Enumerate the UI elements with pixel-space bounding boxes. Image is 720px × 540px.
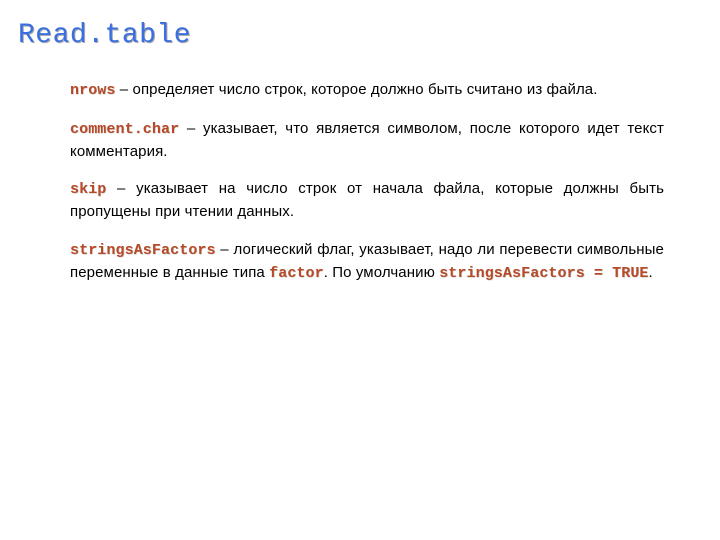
param-description: определяет число строк, которое должно б… xyxy=(133,81,598,98)
param-description-part: . xyxy=(649,264,653,281)
param-keyword: skip xyxy=(70,181,106,198)
inline-keyword: stringsAsFactors = TRUE xyxy=(439,265,648,282)
dash: – xyxy=(179,120,203,137)
param-keyword: nrows xyxy=(70,82,116,99)
param-item: skip – указывает на число строк от начал… xyxy=(70,178,664,223)
content-block: nrows – определяет число строк, которое … xyxy=(52,79,668,284)
dash: – xyxy=(216,241,234,258)
dash: – xyxy=(106,180,136,197)
param-keyword: stringsAsFactors xyxy=(70,242,216,259)
slide: Read.table nrows – определяет число стро… xyxy=(0,0,720,540)
dash: – xyxy=(116,81,133,98)
inline-keyword: factor xyxy=(269,265,324,282)
param-keyword: comment.char xyxy=(70,121,179,138)
param-item: nrows – определяет число строк, которое … xyxy=(70,79,664,102)
param-item: stringsAsFactors – логический флаг, указ… xyxy=(70,239,664,285)
param-description: указывает на число строк от начала файла… xyxy=(70,180,664,220)
param-description-part: . По умолчанию xyxy=(324,264,439,281)
param-item: comment.char – указывает, что является с… xyxy=(70,118,664,163)
page-title: Read.table xyxy=(18,20,668,51)
